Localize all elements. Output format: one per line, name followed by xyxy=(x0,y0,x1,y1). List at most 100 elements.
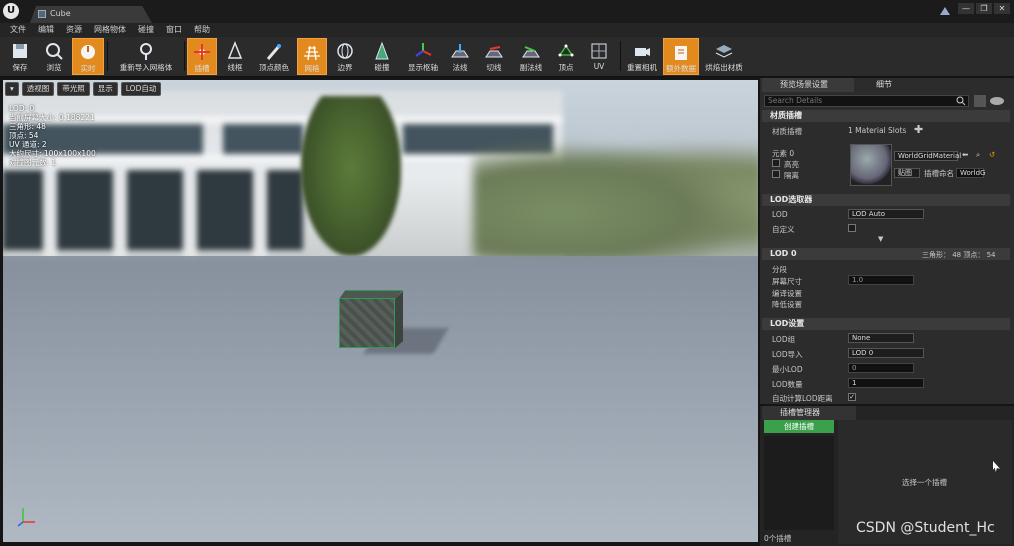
socket-toggle-button[interactable]: 插槽 xyxy=(187,38,217,75)
browse-icon xyxy=(46,43,63,60)
menu-bar: 文件 编辑 资源 网格物体 碰撞 窗口 帮助 xyxy=(0,23,1014,37)
uv-icon xyxy=(591,43,607,59)
texture-dropdown[interactable]: 贴图 xyxy=(894,168,920,178)
highlight-checkbox[interactable] xyxy=(772,159,780,167)
binormals-button[interactable]: 副法线 xyxy=(513,38,549,75)
tab-socket-manager[interactable]: 插槽管理器 xyxy=(762,406,856,420)
menu-file[interactable]: 文件 xyxy=(4,23,32,37)
stat-lod: LOD: 0 xyxy=(9,104,35,113)
save-button[interactable]: 保存 xyxy=(4,38,36,75)
show-button[interactable]: 显示 xyxy=(92,82,118,96)
lod-count-label: LOD数量 xyxy=(772,380,803,389)
viewport-menu-button[interactable]: ▾ xyxy=(5,82,19,96)
expand-arrow-icon[interactable]: ▼ xyxy=(878,235,883,243)
viewport[interactable]: ▾ 透视图 带光照 显示 LOD自动 LOD: 0 当前屏幕大小: 0.1882… xyxy=(3,80,758,542)
toolbar: 保存 浏览 实时 重新导入网格体 插槽 线框 顶点颜色 网格 边界 碰撞 显示枢… xyxy=(0,37,1014,77)
menu-mesh[interactable]: 网格物体 xyxy=(88,23,132,37)
lod-import-dropdown[interactable]: LOD 0 xyxy=(848,348,924,358)
details-search-input[interactable]: Search Details xyxy=(764,95,969,107)
tangents-button[interactable]: 切线 xyxy=(479,38,509,75)
isolate-label: 隔离 xyxy=(784,171,799,180)
additional-data-button[interactable]: 额外数据 xyxy=(663,38,699,75)
build-settings-row[interactable]: 编译设置 xyxy=(772,288,802,299)
bake-material-icon xyxy=(715,45,733,58)
tab-details[interactable]: 细节 xyxy=(858,78,950,92)
menu-help[interactable]: 帮助 xyxy=(188,23,216,37)
browse-button[interactable]: 浏览 xyxy=(38,38,70,75)
perspective-button[interactable]: 透视图 xyxy=(21,82,55,96)
collision-button[interactable]: 碰撞 xyxy=(364,38,400,75)
reduction-settings-row[interactable]: 降低设置 xyxy=(772,299,802,310)
pin-icon[interactable] xyxy=(940,7,950,15)
title-bar: U Cube — ❐ ✕ xyxy=(0,0,1014,23)
screen-size-field[interactable]: 1.0 xyxy=(848,275,914,285)
use-selected-icon[interactable]: ⬅ xyxy=(962,150,968,159)
vertex-color-icon xyxy=(266,44,282,60)
create-socket-button[interactable]: 创建插槽 xyxy=(764,420,834,433)
reset-camera-button[interactable]: 重置相机 xyxy=(624,38,660,75)
menu-asset[interactable]: 资源 xyxy=(60,23,88,37)
additional-data-icon xyxy=(675,46,687,60)
slot-name-field[interactable]: WorldG xyxy=(956,168,985,178)
lod-label: LOD xyxy=(772,210,788,219)
maximize-button[interactable]: ❐ xyxy=(976,3,992,14)
save-icon xyxy=(13,44,27,58)
tab-preview-scene[interactable]: 预览场景设置 xyxy=(762,78,854,92)
vertex-color-button[interactable]: 顶点颜色 xyxy=(254,38,294,75)
min-lod-label: 最小LOD xyxy=(772,365,803,374)
normals-button[interactable]: 法线 xyxy=(445,38,475,75)
reset-material-icon[interactable]: ↺ xyxy=(989,150,995,159)
realtime-button[interactable]: 实时 xyxy=(72,38,104,75)
collision-icon xyxy=(375,41,389,60)
lit-mode-button[interactable]: 带光照 xyxy=(57,82,90,96)
stat-vertices: 顶点: 54 xyxy=(9,131,39,140)
viewport-options-bar: ▾ 透视图 带光照 显示 LOD自动 xyxy=(5,82,162,96)
material-thumbnail[interactable] xyxy=(850,144,892,186)
section-lod-picker[interactable]: LOD选取器 xyxy=(762,194,1010,206)
custom-checkbox[interactable] xyxy=(848,224,856,232)
toolbar-separator xyxy=(184,41,185,71)
socket-count: 0个插槽 xyxy=(764,534,792,543)
menu-window[interactable]: 窗口 xyxy=(160,23,188,37)
lod-group-dropdown[interactable]: None xyxy=(848,333,914,343)
minimize-button[interactable]: — xyxy=(958,3,974,14)
bounds-button[interactable]: 边界 xyxy=(330,38,360,75)
eye-icon[interactable] xyxy=(990,97,1004,105)
binormals-icon xyxy=(522,46,540,58)
uv-button[interactable]: UV xyxy=(583,38,615,75)
wireframe-icon xyxy=(227,41,243,59)
close-button[interactable]: ✕ xyxy=(994,3,1010,14)
stat-screen-size: 当前屏幕大小: 0.188221 xyxy=(9,113,95,122)
mesh-stats: LOD: 0 当前屏幕大小: 0.188221 三角形: 48 顶点: 54 U… xyxy=(9,104,96,167)
lod-auto-button[interactable]: LOD自动 xyxy=(120,82,162,96)
grid-toggle-button[interactable]: 网格 xyxy=(297,38,327,75)
isolate-checkbox[interactable] xyxy=(772,170,780,178)
browse-material-icon[interactable]: ⌕ xyxy=(976,150,980,160)
menu-edit[interactable]: 编辑 xyxy=(32,23,60,37)
bake-material-button[interactable]: 烘焙出材质 xyxy=(702,38,746,75)
document-tab[interactable]: Cube xyxy=(30,6,152,23)
menu-collision[interactable]: 碰撞 xyxy=(132,23,160,37)
add-slot-icon[interactable]: ✚ xyxy=(914,123,923,136)
unreal-logo-icon: U xyxy=(3,3,19,19)
grid-view-icon[interactable] xyxy=(974,95,986,107)
lod-dropdown[interactable]: LOD Auto xyxy=(848,209,924,219)
show-pivot-button[interactable]: 显示枢轴 xyxy=(404,38,442,75)
material-dropdown[interactable]: WorldGridMaterial xyxy=(894,151,961,161)
custom-label: 自定义 xyxy=(772,225,795,234)
section-material-slots[interactable]: 材质插槽 xyxy=(762,110,1010,122)
cube-mesh[interactable] xyxy=(339,290,403,348)
tangents-icon xyxy=(485,46,503,58)
auto-compute-lod-checkbox[interactable]: ✓ xyxy=(848,393,856,401)
reimport-mesh-button[interactable]: 重新导入网格体 xyxy=(110,38,182,75)
wireframe-button[interactable]: 线框 xyxy=(220,38,250,75)
socket-list[interactable] xyxy=(764,436,834,530)
sections-row[interactable]: 分段 xyxy=(772,264,787,275)
vertices-button[interactable]: 顶点 xyxy=(552,38,580,75)
section-lod-settings[interactable]: LOD设置 xyxy=(762,318,1010,330)
lod-import-label: LOD导入 xyxy=(772,350,803,359)
auto-compute-lod-label: 自动计算LOD距离 xyxy=(772,394,833,403)
lod-count-field[interactable]: 1 xyxy=(848,378,924,388)
reset-camera-icon xyxy=(635,48,650,56)
min-lod-field[interactable]: 0 xyxy=(848,363,914,373)
